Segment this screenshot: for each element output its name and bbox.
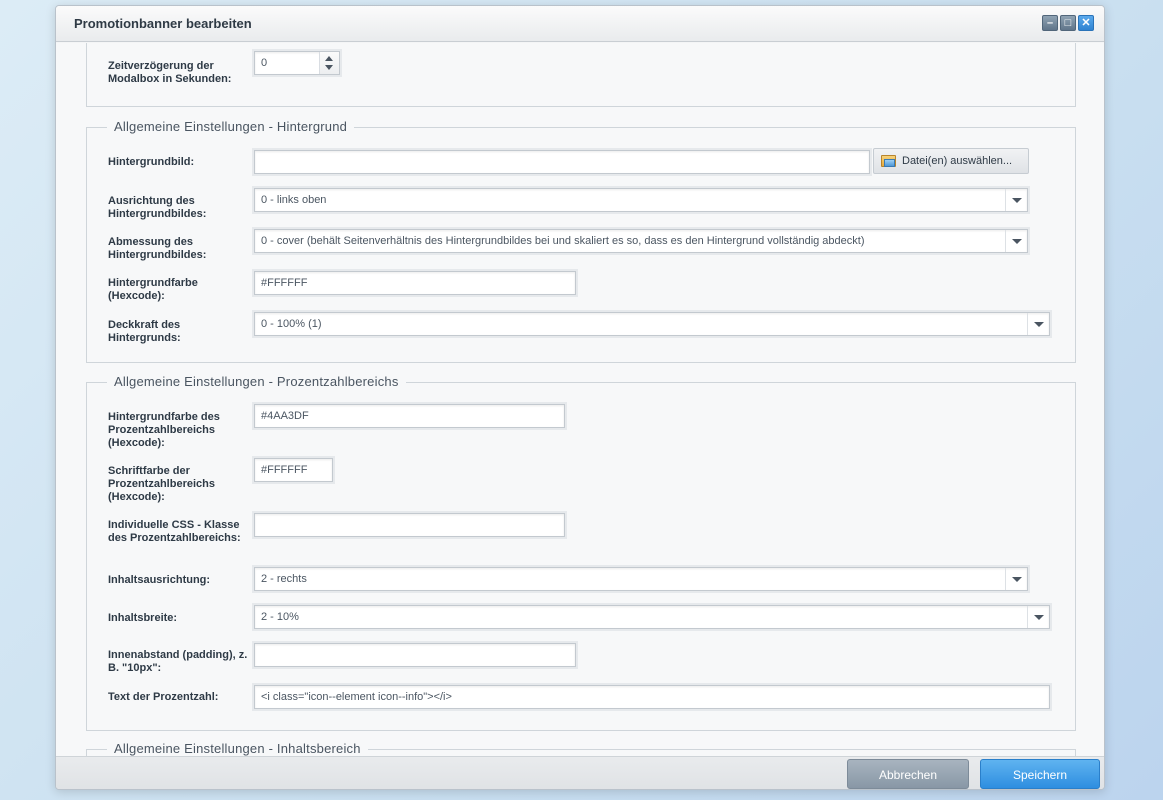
minimize-icon[interactable]: – — [1042, 15, 1058, 31]
percent-legend: Allgemeine Einstellungen - Prozentzahlbe… — [107, 374, 406, 389]
content-width-value: 2 - 10% — [261, 611, 299, 623]
close-icon[interactable]: ✕ — [1078, 15, 1094, 31]
padding-label: Innenabstand (padding), z. B. "10px": — [108, 649, 248, 674]
chevron-down-icon[interactable] — [1027, 606, 1049, 628]
stepper-up-icon[interactable] — [325, 56, 333, 61]
bg-alignment-value: 0 - links oben — [261, 194, 327, 206]
dialog-content[interactable]: Zeitverzögerung der Modalbox in Sekunden… — [56, 43, 1104, 756]
content-align-value: 2 - rechts — [261, 573, 307, 585]
percent-text-input[interactable]: <i class="icon--element icon--info"></i> — [254, 685, 1050, 709]
dialog-footer: Abbrechen Speichern — [56, 756, 1104, 789]
content-align-select[interactable]: 2 - rechts — [254, 567, 1028, 591]
percent-font-color-input[interactable]: #FFFFFF — [254, 458, 333, 482]
percent-section: Allgemeine Einstellungen - Prozentzahlbe… — [86, 374, 1076, 731]
bg-image-label: Hintergrundbild: — [108, 156, 195, 168]
delay-value: 0 — [261, 57, 268, 69]
cancel-button[interactable]: Abbrechen — [847, 759, 969, 789]
bg-alignment-select[interactable]: 0 - links oben — [254, 188, 1028, 212]
padding-input[interactable] — [254, 643, 576, 667]
dialog-title: Promotionbanner bearbeiten — [74, 16, 252, 31]
bg-opacity-select[interactable]: 0 - 100% (1) — [254, 312, 1050, 336]
select-files-label: Datei(en) auswählen... — [902, 155, 1013, 167]
chevron-down-icon[interactable] — [1005, 568, 1027, 590]
content-area-legend: Allgemeine Einstellungen - Inhaltsbereic… — [107, 741, 368, 756]
image-file-icon — [881, 155, 896, 167]
title-bar[interactable]: Promotionbanner bearbeiten – □ ✕ — [56, 6, 1104, 42]
percent-bg-color-input[interactable]: #4AA3DF — [254, 404, 565, 428]
css-class-label: Individuelle CSS - Klasse des Prozentzah… — [108, 519, 241, 544]
delay-section: Zeitverzögerung der Modalbox in Sekunden… — [86, 43, 1076, 107]
content-area-section: Allgemeine Einstellungen - Inhaltsbereic… — [86, 741, 1076, 756]
bg-size-select[interactable]: 0 - cover (behält Seitenverhältnis des H… — [254, 229, 1028, 253]
bg-color-input[interactable]: #FFFFFF — [254, 271, 576, 295]
percent-text-label: Text der Prozentzahl: — [108, 691, 219, 703]
stepper-down-icon[interactable] — [325, 65, 333, 70]
edit-dialog: Promotionbanner bearbeiten – □ ✕ Zeitver… — [55, 5, 1105, 790]
bg-color-label: Hintergrundfarbe (Hexcode): — [108, 277, 198, 302]
bg-size-label: Abmessung des Hintergrundbildes: — [108, 236, 207, 261]
background-section: Allgemeine Einstellungen - Hintergrund H… — [86, 119, 1076, 363]
chevron-down-icon[interactable] — [1027, 313, 1049, 335]
delay-stepper[interactable]: 0 — [254, 51, 340, 75]
bg-opacity-value: 0 - 100% (1) — [261, 318, 322, 330]
chevron-down-icon[interactable] — [1005, 230, 1027, 252]
save-button[interactable]: Speichern — [980, 759, 1100, 789]
bg-opacity-label: Deckkraft des Hintergrunds: — [108, 319, 181, 344]
bg-image-input[interactable] — [254, 150, 870, 174]
percent-bg-color-label: Hintergrundfarbe des Prozentzahlbereichs… — [108, 411, 220, 449]
percent-font-color-label: Schriftfarbe der Prozentzahlbereichs (He… — [108, 465, 215, 503]
select-files-button[interactable]: Datei(en) auswählen... — [873, 148, 1029, 174]
stepper-buttons[interactable] — [319, 52, 339, 74]
delay-label: Zeitverzögerung der Modalbox in Sekunden… — [108, 60, 232, 85]
background-legend: Allgemeine Einstellungen - Hintergrund — [107, 119, 355, 134]
content-align-label: Inhaltsausrichtung: — [108, 574, 211, 586]
content-width-select[interactable]: 2 - 10% — [254, 605, 1050, 629]
bg-alignment-label: Ausrichtung des Hintergrundbildes: — [108, 195, 207, 220]
chevron-down-icon[interactable] — [1005, 189, 1027, 211]
window-controls: – □ ✕ — [1042, 15, 1094, 31]
maximize-icon[interactable]: □ — [1060, 15, 1076, 31]
content-width-label: Inhaltsbreite: — [108, 612, 178, 624]
bg-size-value: 0 - cover (behält Seitenverhältnis des H… — [261, 235, 865, 247]
css-class-input[interactable] — [254, 513, 565, 537]
